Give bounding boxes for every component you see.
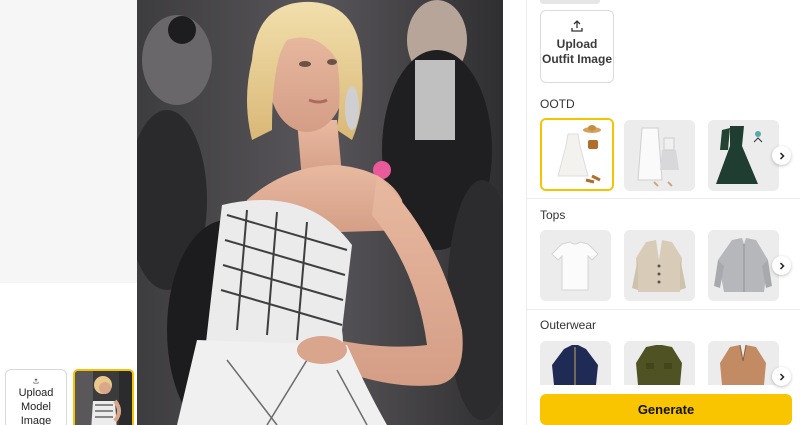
outerwear-item-navy-jacket[interactable] bbox=[540, 341, 611, 385]
section-label-cut bbox=[540, 0, 600, 4]
left-canvas-area bbox=[0, 0, 137, 283]
chevron-right-icon bbox=[779, 372, 785, 381]
outerwear-item-camel-blazer[interactable] bbox=[708, 341, 779, 385]
outerwear-item-olive-jacket[interactable] bbox=[624, 341, 695, 385]
white-tshirt-image bbox=[540, 230, 611, 301]
chevron-right-icon bbox=[779, 261, 785, 270]
ootd-item-white-dress[interactable] bbox=[540, 118, 614, 191]
beige-cardigan-image bbox=[624, 230, 695, 301]
upload-outfit-label: Upload Outfit Image bbox=[541, 37, 612, 66]
ootd-item-green-gown[interactable] bbox=[708, 120, 779, 191]
generate-button[interactable]: Generate bbox=[540, 394, 792, 425]
upload-outfit-button[interactable]: Upload Outfit Image bbox=[540, 10, 614, 83]
navy-jacket-image bbox=[540, 341, 611, 385]
chevron-right-icon bbox=[779, 151, 785, 160]
app-window: Upload Model Image Upload Outfit Image O… bbox=[0, 0, 800, 425]
section-title-tops: Tops bbox=[540, 208, 566, 222]
grey-shirt-image bbox=[708, 230, 779, 301]
tops-item-beige-cardigan[interactable] bbox=[624, 230, 695, 301]
section-divider bbox=[527, 198, 800, 199]
outerwear-next-button[interactable] bbox=[772, 367, 791, 386]
section-title-outerwear: Outerwear bbox=[540, 318, 597, 332]
upload-model-label: Upload Model Image bbox=[18, 387, 54, 425]
section-divider bbox=[527, 309, 800, 310]
green-gown-outfit-image bbox=[708, 120, 779, 191]
tops-next-button[interactable] bbox=[772, 256, 791, 275]
camel-blazer-image bbox=[708, 341, 779, 385]
upload-model-button[interactable]: Upload Model Image bbox=[5, 369, 67, 425]
model-photo-image bbox=[137, 0, 503, 425]
outfit-panel: Upload Outfit Image OOTD Tops Outerwear … bbox=[526, 0, 800, 425]
upload-icon bbox=[33, 378, 39, 384]
white-coat-outfit-image bbox=[624, 120, 695, 191]
white-dress-outfit-image bbox=[542, 120, 612, 189]
model-photo bbox=[137, 0, 503, 425]
ootd-item-white-coat[interactable] bbox=[624, 120, 695, 191]
model-thumbnail-image bbox=[75, 371, 132, 425]
section-title-ootd: OOTD bbox=[540, 97, 575, 111]
olive-jacket-image bbox=[624, 341, 695, 385]
ootd-next-button[interactable] bbox=[772, 146, 791, 165]
model-thumbnail-selected[interactable] bbox=[73, 369, 134, 425]
tops-item-grey-shirt[interactable] bbox=[708, 230, 779, 301]
tops-item-white-tshirt[interactable] bbox=[540, 230, 611, 301]
upload-icon bbox=[571, 20, 583, 32]
